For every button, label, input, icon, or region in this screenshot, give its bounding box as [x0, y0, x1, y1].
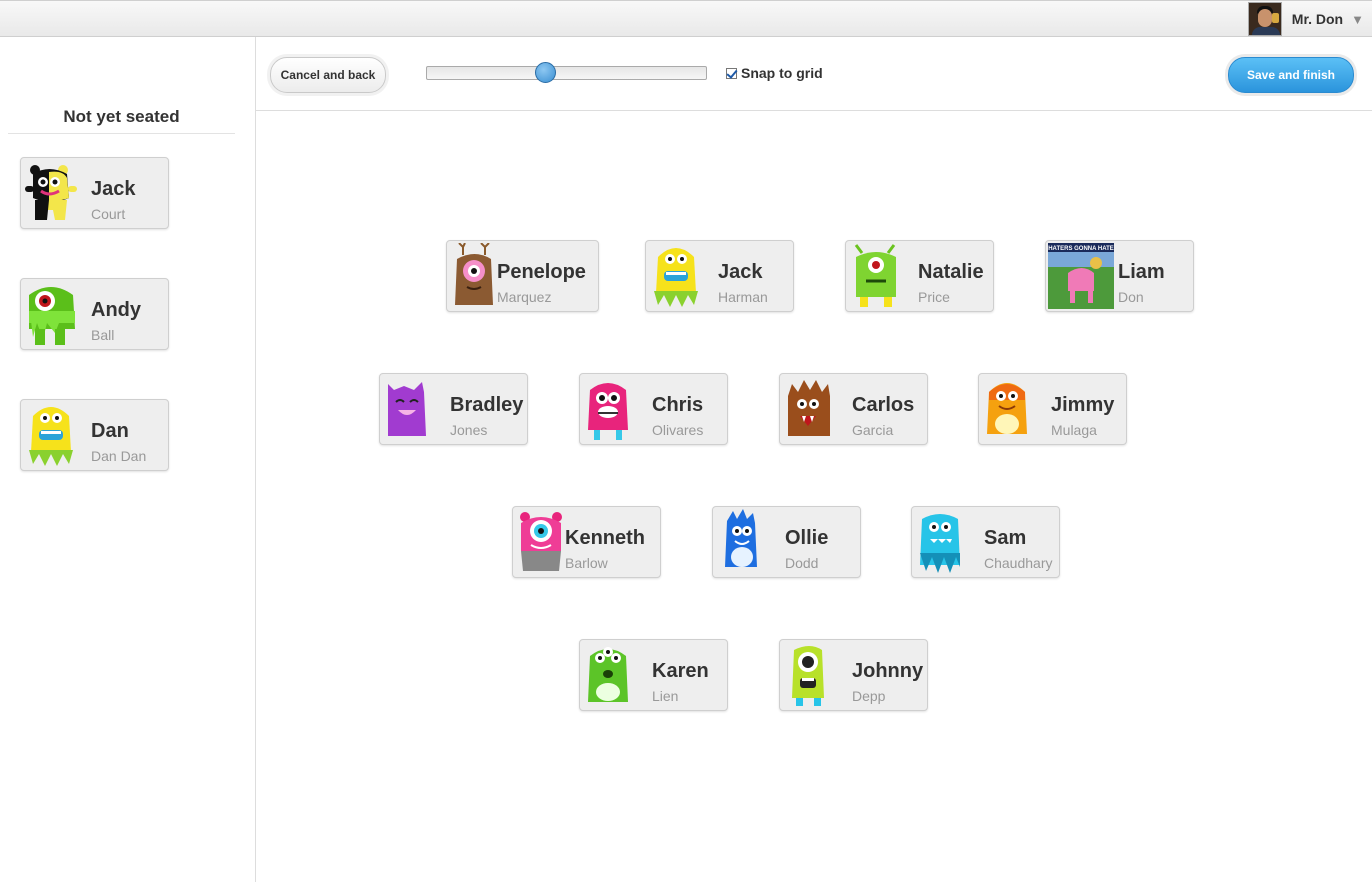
student-first-name: Liam	[1118, 261, 1165, 283]
student-card-unseated[interactable]: Andy Ball	[20, 278, 169, 350]
pink-monster-icon	[582, 376, 638, 442]
student-first-name: Carlos	[852, 394, 915, 416]
seating-canvas[interactable]: Penelope Marquez Jack Harman Natalie Pri…	[256, 111, 1372, 882]
student-card[interactable]: Penelope Marquez	[446, 240, 599, 312]
student-last-name: Court	[91, 206, 126, 222]
student-first-name: Chris	[652, 394, 704, 416]
lime-cyclops-monster-icon	[782, 642, 838, 708]
user-avatar	[1247, 2, 1282, 36]
unseated-sidebar: Not yet seated Jack Court Andy Ball Dan …	[0, 37, 256, 882]
custom-photo-avatar-icon: HATERS GONNA HATE	[1048, 243, 1114, 309]
brown-furry-monster-icon	[782, 376, 838, 442]
student-last-name: Lien	[652, 688, 679, 704]
student-last-name: Price	[918, 289, 950, 305]
student-card[interactable]: Ollie Dodd	[712, 506, 861, 578]
student-last-name: Olivares	[652, 422, 704, 438]
top-bar: Mr. Don ▼	[0, 0, 1372, 37]
user-name: Mr. Don	[1291, 11, 1344, 27]
student-card-unseated[interactable]: Jack Court	[20, 157, 169, 229]
yellow-monster-icon	[648, 243, 704, 309]
snap-to-grid[interactable]: Snap to grid	[726, 65, 823, 81]
orange-monster-icon	[981, 376, 1037, 442]
snap-to-grid-checkbox[interactable]	[726, 67, 737, 79]
student-card[interactable]: Jimmy Mulaga	[978, 373, 1127, 445]
student-card-unseated[interactable]: Dan Dan Dan	[20, 399, 169, 471]
sidebar-title: Not yet seated	[8, 107, 235, 134]
student-last-name: Dodd	[785, 555, 819, 571]
toolbar: Cancel and back Snap to grid Save and fi…	[256, 37, 1372, 111]
photo-caption: HATERS GONNA HATE	[1048, 246, 1114, 252]
student-first-name: Kenneth	[565, 527, 645, 549]
snap-to-grid-label: Snap to grid	[741, 65, 823, 81]
zoom-slider-handle[interactable]	[535, 62, 556, 83]
student-first-name: Andy	[91, 299, 141, 321]
student-card[interactable]: Johnny Depp	[779, 639, 928, 711]
cancel-button[interactable]: Cancel and back	[270, 57, 386, 93]
student-last-name: Mulaga	[1051, 422, 1097, 438]
student-card[interactable]: Karen Lien	[579, 639, 728, 711]
student-card[interactable]: Chris Olivares	[579, 373, 728, 445]
student-first-name: Natalie	[918, 261, 984, 283]
dropdown-caret-icon[interactable]: ▼	[1351, 12, 1364, 27]
student-card[interactable]: Natalie Price	[845, 240, 994, 312]
student-last-name: Jones	[450, 422, 488, 438]
green-cyclops-monster-icon	[23, 281, 79, 347]
student-first-name: Dan	[91, 420, 129, 442]
student-last-name: Don	[1118, 289, 1144, 305]
purple-monster-icon	[382, 376, 438, 442]
green-antenna-monster-icon	[848, 243, 904, 309]
student-card[interactable]: Jack Harman	[645, 240, 794, 312]
student-last-name: Dan Dan	[91, 448, 147, 464]
user-menu[interactable]: Mr. Don ▼	[1247, 2, 1364, 36]
cyan-monster-icon	[914, 509, 970, 575]
student-first-name: Jimmy	[1051, 394, 1115, 416]
student-last-name: Ball	[91, 327, 115, 343]
student-last-name: Chaudhary	[984, 555, 1053, 571]
student-first-name: Bradley	[450, 394, 524, 416]
blue-monster-icon	[715, 509, 771, 575]
student-last-name: Garcia	[852, 422, 894, 438]
yellow-monster-icon	[23, 402, 79, 468]
student-last-name: Marquez	[497, 289, 552, 305]
student-card[interactable]: Sam Chaudhary	[911, 506, 1060, 578]
save-button[interactable]: Save and finish	[1228, 57, 1354, 93]
student-last-name: Depp	[852, 688, 886, 704]
student-last-name: Harman	[718, 289, 768, 305]
pink-cyclops-monster-icon	[515, 509, 571, 575]
green-three-eyed-monster-icon	[582, 642, 638, 708]
zoom-slider[interactable]	[426, 66, 707, 80]
student-first-name: Jack	[91, 178, 136, 200]
student-card[interactable]: Kenneth Barlow	[512, 506, 661, 578]
student-card[interactable]: Carlos Garcia	[779, 373, 928, 445]
student-first-name: Sam	[984, 527, 1027, 549]
student-card[interactable]: HATERS GONNA HATE Liam Don	[1045, 240, 1194, 312]
student-last-name: Barlow	[565, 555, 608, 571]
student-first-name: Johnny	[852, 660, 924, 682]
black-yellow-monster-icon	[23, 160, 79, 226]
student-card[interactable]: Bradley Jones	[379, 373, 528, 445]
student-first-name: Ollie	[785, 527, 829, 549]
student-first-name: Karen	[652, 660, 709, 682]
student-first-name: Penelope	[497, 261, 586, 283]
student-first-name: Jack	[718, 261, 763, 283]
